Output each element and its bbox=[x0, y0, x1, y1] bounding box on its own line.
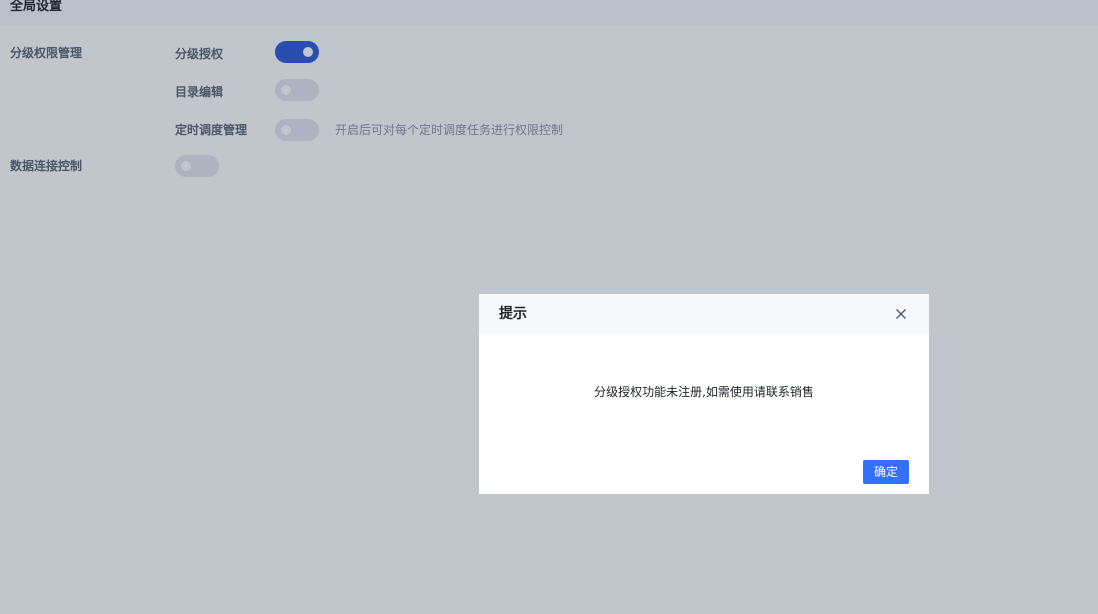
global-settings-page: 全局设置 分级权限管理 分级授权 目录编辑 定时调度管理 开启后可对每个定时调度… bbox=[0, 0, 1098, 614]
close-icon bbox=[896, 309, 906, 319]
dialog-message: 分级授权功能未注册,如需使用请联系销售 bbox=[594, 385, 814, 399]
dialog-close-button[interactable] bbox=[893, 306, 909, 322]
dialog-header: 提示 bbox=[479, 294, 929, 334]
dialog-title: 提示 bbox=[499, 306, 527, 322]
confirm-button[interactable]: 确定 bbox=[863, 460, 909, 484]
notice-dialog: 提示 分级授权功能未注册,如需使用请联系销售 确定 bbox=[479, 294, 929, 494]
